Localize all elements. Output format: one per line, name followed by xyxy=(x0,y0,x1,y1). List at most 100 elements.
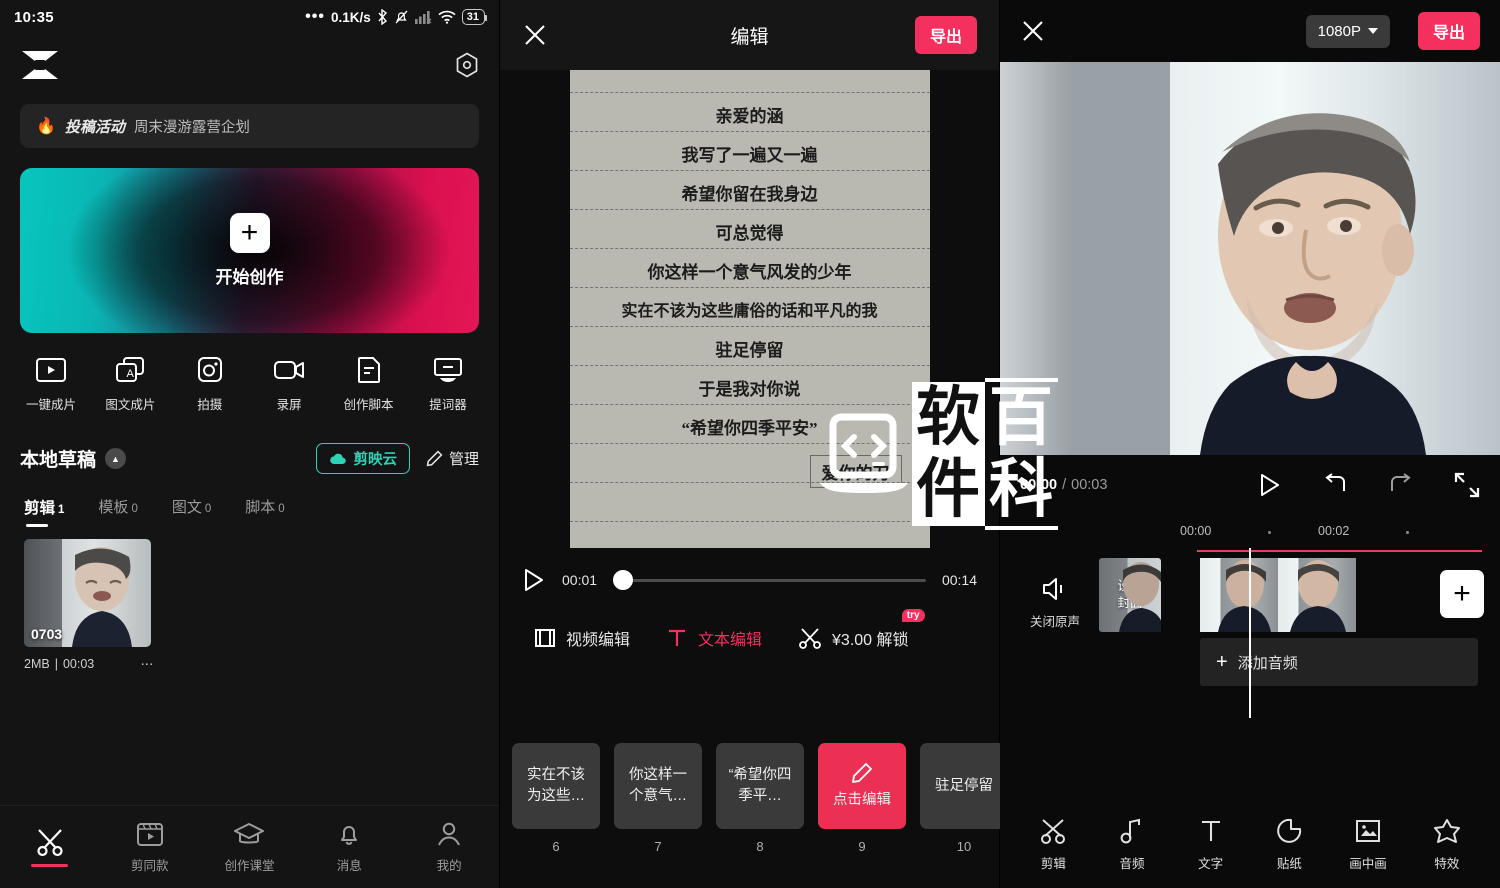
text-card-item[interactable]: “希望你四季平… 8 xyxy=(716,743,804,854)
capcut-logo-icon xyxy=(18,48,62,82)
set-cover-button[interactable]: 设置 封面 xyxy=(1099,558,1161,632)
current-time: 00:01 xyxy=(562,572,598,588)
speaker-mute-icon xyxy=(1040,576,1070,602)
text-card-item-selected[interactable]: 点击编辑 9 xyxy=(818,743,906,854)
resolution-dropdown[interactable]: 1080P xyxy=(1305,14,1390,48)
mute-original-audio-button[interactable]: 关闭原声 xyxy=(1022,576,1088,630)
svg-text:A: A xyxy=(127,368,135,380)
tool-label: 特效 xyxy=(1434,856,1460,871)
tool-label: 录屏 xyxy=(276,398,302,412)
tab-label: 脚本 xyxy=(245,499,276,516)
clapboard-icon xyxy=(135,820,165,848)
film-icon xyxy=(534,627,556,649)
play-icon[interactable] xyxy=(1258,472,1282,498)
letter-line: 我写了一遍又一遍 xyxy=(681,146,818,165)
bell-icon xyxy=(335,820,363,848)
mode-text-edit[interactable]: 文本编辑 xyxy=(666,626,762,650)
redo-icon[interactable] xyxy=(1388,473,1414,497)
tool-effects[interactable]: 特效 xyxy=(1407,817,1486,872)
tool-audio[interactable]: 音频 xyxy=(1093,817,1172,872)
video-clip-track[interactable] xyxy=(1200,558,1356,632)
tab-count: 0 xyxy=(131,503,138,515)
nav-item-class[interactable]: 创作课堂 xyxy=(200,820,300,874)
music-note-icon xyxy=(1118,817,1146,845)
timeline-panel: 1080P 导出 00:00 / 00:03 00:00 00:02 关闭原声 … xyxy=(1000,0,1500,888)
tool-one-click-film[interactable]: 一键成片 xyxy=(20,355,82,413)
text-card-selected[interactable]: 点击编辑 xyxy=(818,743,906,829)
nav-item-template[interactable]: 剪同款 xyxy=(100,820,200,874)
text-card-item[interactable]: 实在不该为这些… 6 xyxy=(512,743,600,854)
drafts-tab-template[interactable]: 模板 0 xyxy=(98,496,137,527)
draft-name: 0703 xyxy=(31,626,63,642)
text-T-icon xyxy=(1197,817,1225,845)
nav-item-profile[interactable]: 我的 xyxy=(399,820,499,874)
mode-video-edit[interactable]: 视频编辑 xyxy=(534,626,630,650)
drafts-tab-imagetext[interactable]: 图文 0 xyxy=(172,496,211,527)
edit-panel: 编辑 导出 亲爱的涵 我写了一遍又一遍 希望你留在我身边 可总觉得 你这样一个意… xyxy=(500,0,1058,888)
mode-unlock[interactable]: ¥3.00 解锁 try xyxy=(798,609,925,650)
banner-text: 周末漫游露营企划 xyxy=(133,119,250,136)
text-card[interactable]: 你这样一个意气… xyxy=(614,743,702,829)
fullscreen-icon[interactable] xyxy=(1454,472,1480,498)
export-button[interactable]: 导出 xyxy=(914,16,977,54)
bluetooth-icon xyxy=(377,9,388,25)
video-clip-thumb[interactable] xyxy=(1200,558,1278,632)
text-cards-strip: 实在不该为这些… 6 你这样一个意气… 7 “希望你四季平… 8 点击编辑 9 xyxy=(500,743,1008,888)
letter-line: 实在不该为这些庸俗的话和平凡的我 xyxy=(621,303,878,320)
video-clip-thumb[interactable] xyxy=(1278,558,1356,632)
add-audio-button[interactable]: + 添加音频 xyxy=(1200,638,1478,686)
video-preview[interactable] xyxy=(1000,62,1500,455)
text-card-item[interactable]: 你这样一个意气… 7 xyxy=(614,743,702,854)
tab-label: 模板 xyxy=(98,499,129,516)
drafts-tab-edit[interactable]: 剪辑 1 xyxy=(24,496,64,527)
text-card[interactable]: “希望你四季平… xyxy=(716,743,804,829)
ruler-tick: 00:00 xyxy=(1180,524,1212,538)
text-card-item[interactable]: 驻足停留 10 xyxy=(920,743,1008,854)
tool-image-text-film[interactable]: A 图文成片 xyxy=(99,355,161,413)
timeline-body[interactable]: 关闭原声 设置 封面 xyxy=(1000,548,1500,800)
campaign-banner[interactable]: 🔥 投稿活动 周末漫游露营企划 xyxy=(20,104,479,148)
tool-teleprompter[interactable]: 提词器 xyxy=(417,355,479,413)
close-icon[interactable] xyxy=(522,22,548,48)
close-icon[interactable] xyxy=(1020,18,1046,44)
manage-button[interactable]: 管理 xyxy=(426,448,479,469)
tool-sticker[interactable]: 贴纸 xyxy=(1250,817,1329,872)
one-click-film-icon xyxy=(34,355,68,385)
tool-cut[interactable]: 剪辑 xyxy=(1014,817,1093,872)
start-creating-button[interactable]: + 开始创作 xyxy=(20,168,479,333)
text-card[interactable]: 实在不该为这些… xyxy=(512,743,600,829)
undo-icon[interactable] xyxy=(1322,473,1348,497)
nav-item-edit[interactable] xyxy=(0,827,100,867)
nav-label: 创作课堂 xyxy=(224,859,275,873)
timeline-tools: 剪辑 音频 文字 贴纸 画中画 特效 xyxy=(1000,800,1500,888)
play-icon[interactable] xyxy=(522,567,546,593)
text-card-index: 9 xyxy=(858,839,866,854)
text-card[interactable]: 驻足停留 xyxy=(920,743,1008,829)
tool-script[interactable]: 创作脚本 xyxy=(338,355,400,413)
letter-line: 亲爱的涵 xyxy=(715,107,784,126)
tool-camera[interactable]: 拍摄 xyxy=(179,355,241,413)
home-tools-row: 一键成片 A 图文成片 拍摄 录屏 创作脚本 提词器 xyxy=(0,333,499,413)
draft-thumbnail[interactable]: 0703 xyxy=(24,539,151,647)
chevron-up-icon[interactable]: ▲ xyxy=(105,448,127,469)
banner-tag: 投稿活动 xyxy=(64,118,125,136)
add-clip-button[interactable]: + xyxy=(1440,570,1484,618)
image-text-film-icon: A xyxy=(113,355,147,385)
tool-screen-record[interactable]: 录屏 xyxy=(258,355,320,413)
more-vertical-icon[interactable]: ⋮ xyxy=(140,658,154,671)
cloud-button[interactable]: 剪映云 xyxy=(316,443,410,474)
list-item[interactable]: 0703 2MB | 00:03 ⋮ xyxy=(24,539,154,671)
gear-icon[interactable] xyxy=(453,51,481,79)
watermark: 软件 百科 xyxy=(816,378,1058,530)
cloud-icon xyxy=(329,452,347,466)
tool-pip[interactable]: 画中画 xyxy=(1329,817,1408,872)
tool-text[interactable]: 文字 xyxy=(1171,817,1250,872)
progress-track[interactable] xyxy=(613,570,926,590)
home-header xyxy=(0,34,499,90)
playhead[interactable] xyxy=(1249,548,1251,718)
drafts-tab-script[interactable]: 脚本 0 xyxy=(245,496,284,527)
progress-knob[interactable] xyxy=(613,570,634,590)
nav-item-messages[interactable]: 消息 xyxy=(299,820,399,874)
drafts-header: 本地草稿 ▲ 剪映云 管理 xyxy=(0,413,499,474)
export-button[interactable]: 导出 xyxy=(1417,12,1480,50)
